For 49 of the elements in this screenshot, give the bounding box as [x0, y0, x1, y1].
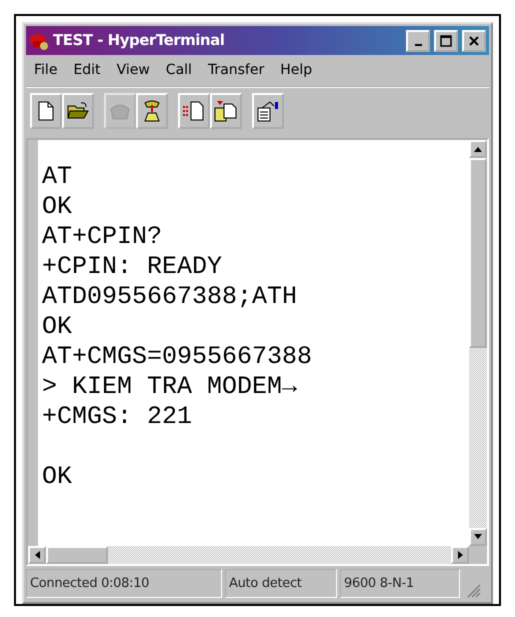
- toolbar-button[interactable]: [252, 93, 284, 129]
- terminal-line: OK: [42, 312, 74, 342]
- properties-icon: [256, 100, 280, 122]
- terminal-line: AT+CPIN?: [42, 222, 164, 252]
- scroll-thumb[interactable]: [46, 546, 108, 564]
- minimize-button[interactable]: [406, 30, 430, 52]
- maximize-icon: [440, 34, 452, 46]
- toolbar-button[interactable]: [62, 93, 94, 129]
- vertical-scrollbar[interactable]: [469, 140, 487, 546]
- maximize-button[interactable]: [434, 30, 458, 52]
- terminal-line: OK: [42, 192, 74, 222]
- scroll-right-button[interactable]: [451, 546, 469, 564]
- scroll-left-button[interactable]: [28, 546, 46, 564]
- menu-item[interactable]: Transfer: [206, 60, 266, 81]
- scroll-thumb[interactable]: [469, 158, 487, 348]
- left-arrow-icon: [34, 550, 40, 558]
- status-cell: 9600 8-N-1: [340, 568, 460, 598]
- terminal-line: > KIEM TRA MODEM→: [42, 372, 298, 402]
- folder-icon: [67, 102, 89, 120]
- terminal-line: OK: [42, 462, 74, 492]
- menu-item[interactable]: Edit: [71, 60, 103, 81]
- new-document-icon: [38, 101, 54, 121]
- terminal-line: AT+CMGS=0955667388: [42, 342, 314, 372]
- menu-item[interactable]: Help: [278, 60, 314, 81]
- terminal-line: ATD0955667388;ATH: [42, 282, 298, 312]
- toolbar-button[interactable]: [178, 93, 210, 129]
- terminal-line: AT: [42, 162, 74, 192]
- up-arrow-icon: [474, 146, 482, 152]
- window-title: TEST - HyperTerminal: [53, 30, 226, 52]
- close-button[interactable]: [462, 30, 486, 52]
- terminal-line: +CPIN: READY: [42, 252, 224, 282]
- terminal-line: +CMGS: 221: [42, 402, 194, 432]
- right-arrow-icon: [458, 550, 462, 558]
- menu-item[interactable]: View: [114, 60, 152, 81]
- toolbar-button[interactable]: [30, 93, 62, 129]
- status-cell: Auto detect: [225, 568, 337, 598]
- close-icon: [468, 34, 480, 46]
- down-arrow-icon: [474, 534, 482, 539]
- minimize-icon: [414, 44, 422, 46]
- status-cell: Connected 0:08:10: [26, 568, 222, 598]
- send-file-icon: [182, 101, 206, 121]
- receive-file-icon: [214, 100, 238, 122]
- horizontal-scrollbar[interactable]: [28, 546, 469, 564]
- scroll-up-button[interactable]: [469, 140, 487, 158]
- scroll-down-button[interactable]: [469, 528, 487, 546]
- toolbar-button[interactable]: [210, 93, 242, 129]
- menu-item[interactable]: File: [32, 60, 60, 81]
- toolbar-button[interactable]: [136, 93, 168, 129]
- menu-item[interactable]: Call: [164, 60, 194, 81]
